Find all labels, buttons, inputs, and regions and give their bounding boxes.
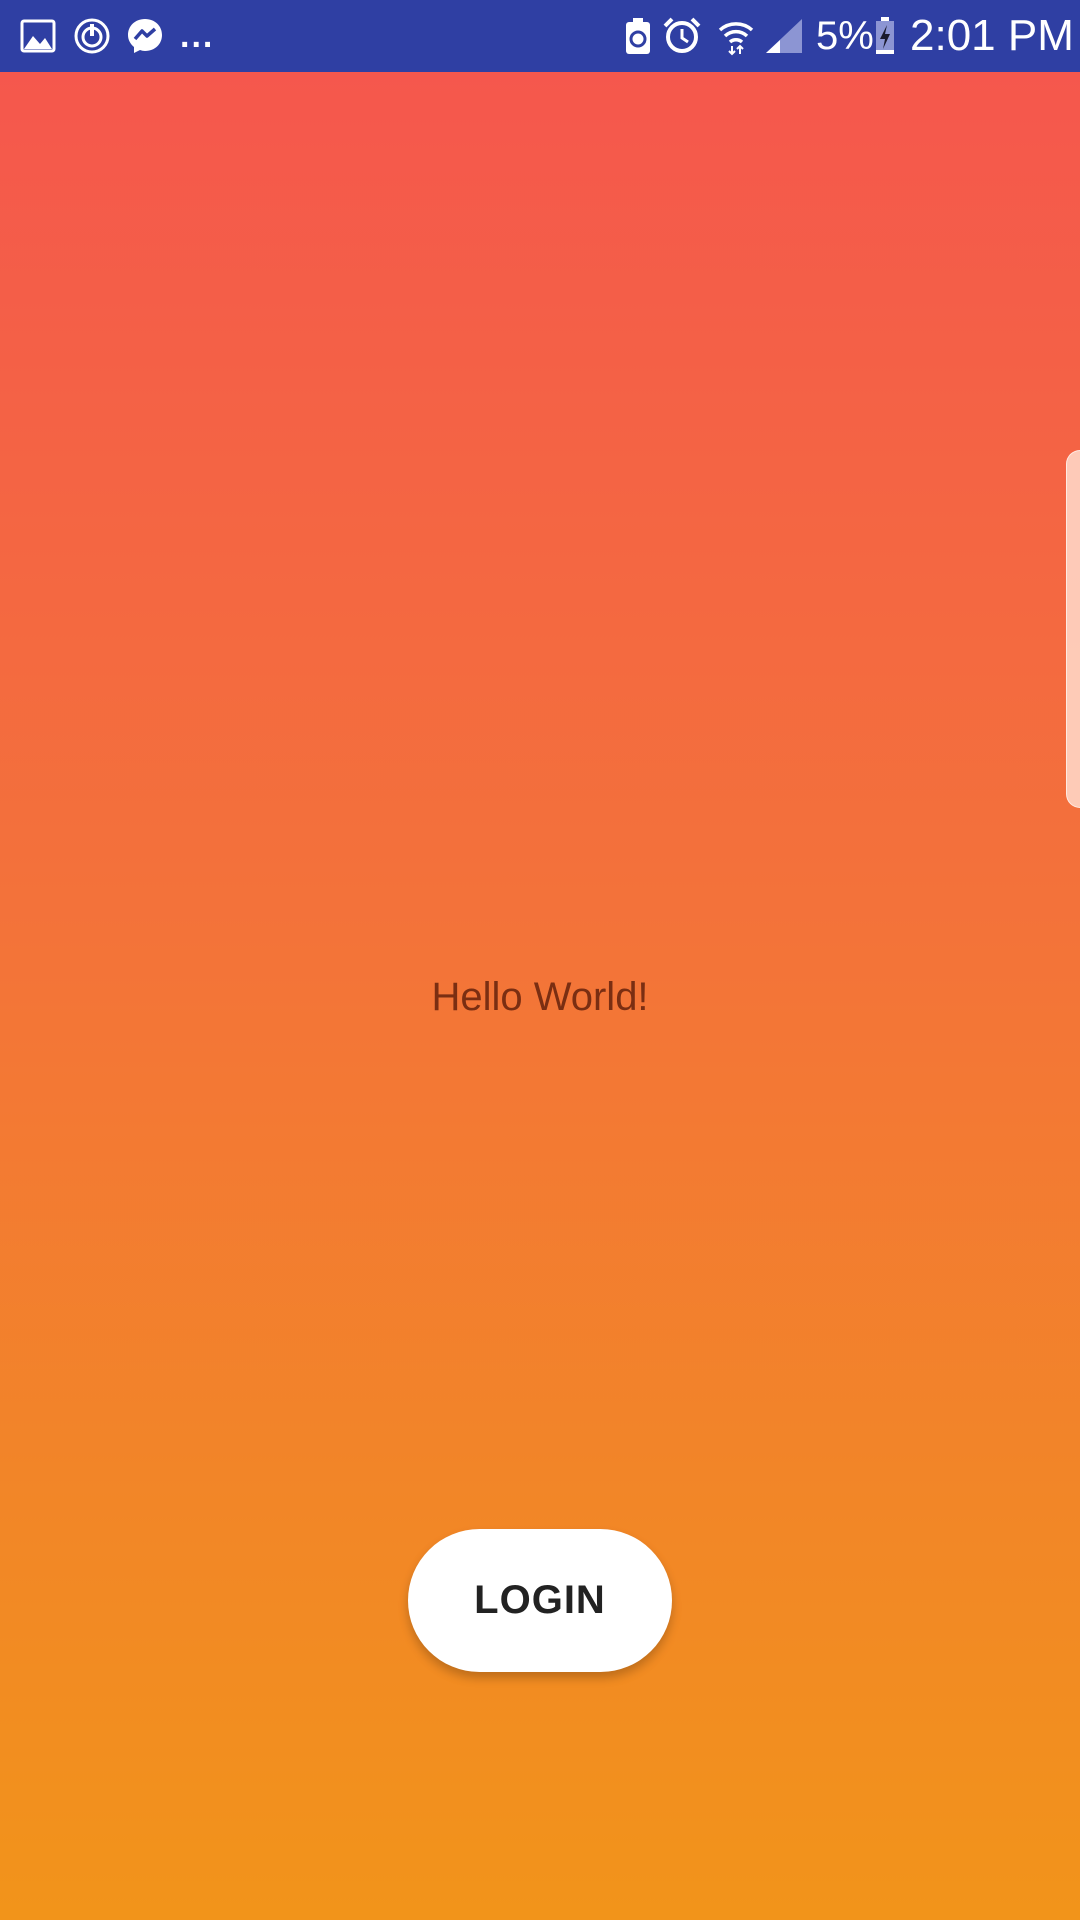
battery-percentage: 5% <box>816 13 874 58</box>
wifi-icon <box>716 0 756 72</box>
status-bar: ... 5% 2:01 PM <box>0 0 1080 72</box>
greeting-text: Hello World! <box>431 975 649 1019</box>
alarm-icon <box>662 0 702 72</box>
more-notifications-indicator: ... <box>180 16 215 55</box>
sync-icon <box>72 0 112 72</box>
status-time: 2:01 PM <box>910 11 1074 60</box>
gallery-icon <box>18 0 58 72</box>
edge-panel-handle[interactable] <box>1066 450 1080 808</box>
messenger-icon <box>124 0 166 72</box>
battery-saver-icon <box>624 0 652 72</box>
signal-icon <box>764 0 804 72</box>
battery-charging-icon <box>874 0 896 72</box>
login-button[interactable]: LOGIN <box>408 1529 672 1672</box>
app-screen: ... 5% 2:01 PM Hello World! LOGIN <box>0 0 1080 1920</box>
